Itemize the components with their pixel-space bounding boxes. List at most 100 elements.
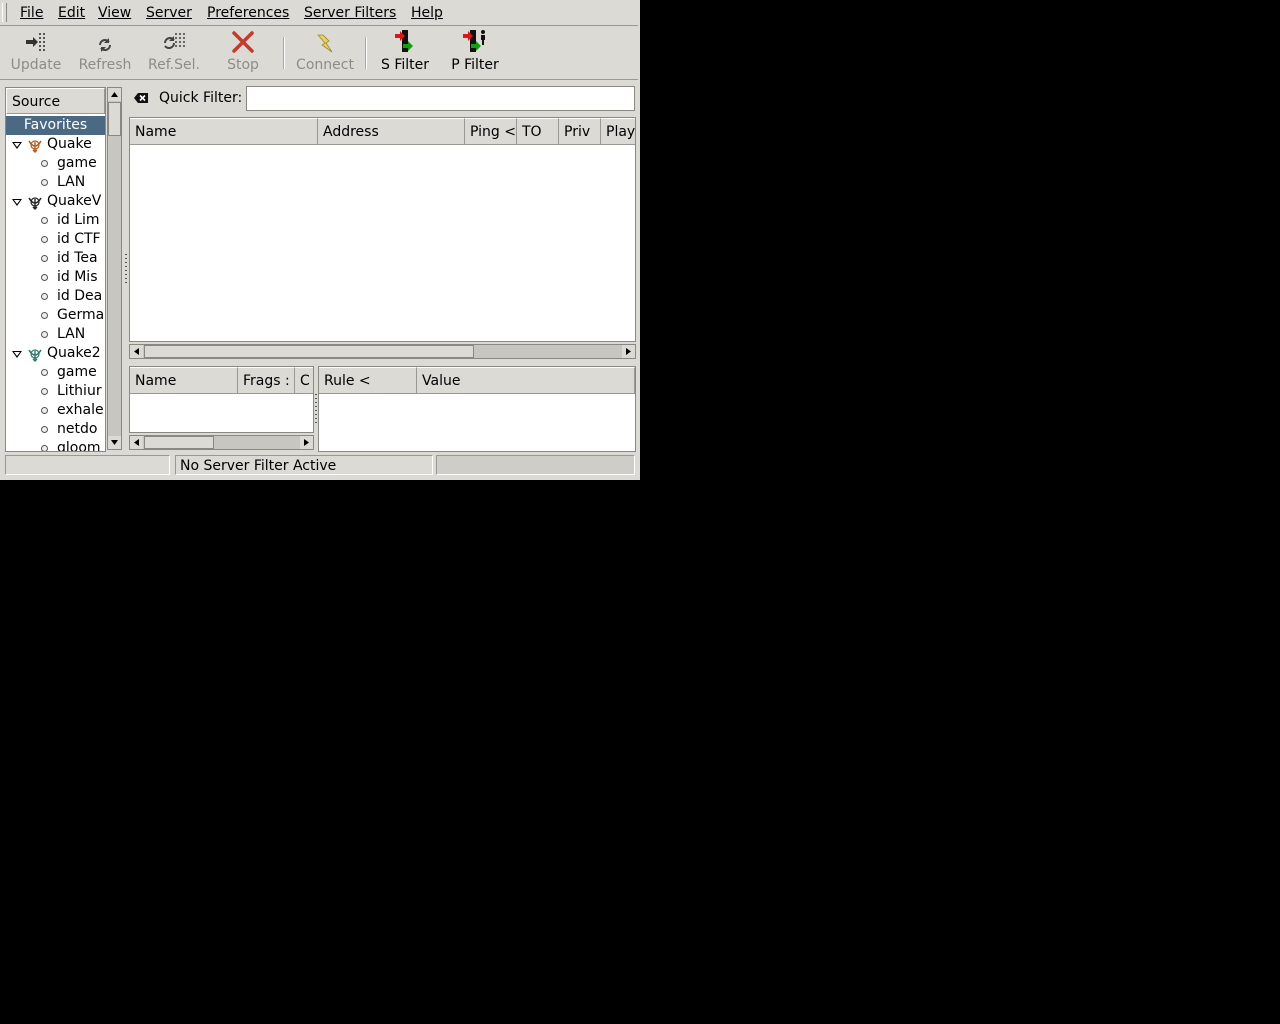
- column-header-to[interactable]: TO: [517, 118, 559, 145]
- status-filter-message: No Server Filter Active: [175, 455, 433, 475]
- source-item[interactable]: Germa: [6, 306, 105, 325]
- menubar-grip: [2, 3, 7, 22]
- source-group[interactable]: QuakeV: [6, 192, 105, 211]
- source-item[interactable]: LAN: [6, 325, 105, 344]
- source-leaf-icon: [41, 426, 48, 433]
- player-column-header-c[interactable]: C: [295, 367, 313, 394]
- menu-file[interactable]: File: [20, 4, 43, 22]
- source-item-label: QuakeV: [47, 193, 102, 209]
- source-column-header[interactable]: Source: [6, 88, 105, 114]
- source-leaf-icon: [41, 217, 48, 224]
- stop-icon: [213, 27, 273, 53]
- source-item-label: id Tea: [57, 250, 98, 266]
- update-icon: [6, 27, 66, 53]
- source-leaf-icon: [41, 160, 48, 167]
- scroll-up-arrow-icon[interactable]: [108, 88, 121, 101]
- column-header-name[interactable]: Name: [130, 118, 318, 145]
- player-list-hscroll-thumb[interactable]: [144, 436, 214, 449]
- source-leaf-icon: [41, 369, 48, 376]
- source-item-label: game: [57, 364, 97, 380]
- source-pane-splitter[interactable]: [124, 252, 128, 288]
- expander-arrow-icon[interactable]: [12, 142, 22, 149]
- connect-button[interactable]: Connect: [292, 27, 358, 79]
- player-column-header-frags[interactable]: Frags :: [238, 367, 295, 394]
- menu-server[interactable]: Server: [146, 4, 192, 22]
- connect-icon: [292, 27, 358, 53]
- source-scrollbar-thumb[interactable]: [108, 102, 121, 136]
- scroll-down-arrow-icon[interactable]: [108, 436, 121, 449]
- source-group[interactable]: Quake2: [6, 344, 105, 363]
- column-header-players[interactable]: Play: [601, 118, 635, 145]
- source-item-label: exhale: [57, 402, 104, 418]
- refresh-icon: [75, 27, 135, 53]
- source-item[interactable]: id Lim: [6, 211, 105, 230]
- menu-server-filters-label: Server Filters: [304, 5, 397, 21]
- menu-help[interactable]: Help: [411, 4, 443, 22]
- source-item-favorites[interactable]: Favorites: [6, 116, 105, 135]
- menu-view[interactable]: View: [98, 4, 131, 22]
- source-item[interactable]: game: [6, 154, 105, 173]
- expander-arrow-icon[interactable]: [12, 199, 22, 206]
- quick-filter-label: Quick Filter:: [159, 90, 243, 106]
- source-item[interactable]: LAN: [6, 173, 105, 192]
- stop-button[interactable]: Stop: [213, 27, 273, 79]
- menu-server-filters[interactable]: Server Filters: [304, 4, 396, 22]
- source-item[interactable]: id Tea: [6, 249, 105, 268]
- clear-filter-icon[interactable]: [133, 90, 149, 106]
- rule-column-header-value[interactable]: Value: [417, 367, 635, 394]
- menu-server-label: Server: [146, 5, 192, 21]
- source-item-label: id CTF: [57, 231, 101, 247]
- source-item[interactable]: game: [6, 363, 105, 382]
- source-item-label: netdo: [57, 421, 98, 437]
- server-list[interactable]: Name Address Ping < TO Priv Play: [129, 117, 636, 342]
- source-leaf-icon: [41, 236, 48, 243]
- source-item[interactable]: gloom: [6, 439, 105, 451]
- column-header-ping[interactable]: Ping <: [465, 118, 517, 145]
- player-list-hscrollbar[interactable]: [129, 435, 314, 450]
- column-header-address[interactable]: Address: [318, 118, 465, 145]
- source-item[interactable]: id CTF: [6, 230, 105, 249]
- player-column-header-name[interactable]: Name: [130, 367, 238, 394]
- source-item-label: Quake2: [47, 345, 101, 361]
- source-item[interactable]: id Dea: [6, 287, 105, 306]
- scroll-right-arrow-icon[interactable]: [300, 436, 313, 449]
- source-leaf-icon: [41, 445, 48, 451]
- menu-edit[interactable]: Edit: [58, 4, 85, 22]
- column-header-priv[interactable]: Priv: [559, 118, 601, 145]
- refresh-selected-button[interactable]: Ref.Sel.: [144, 27, 204, 79]
- refresh-button[interactable]: Refresh: [75, 27, 135, 79]
- scroll-left-arrow-icon[interactable]: [130, 436, 143, 449]
- refresh-selected-label: Ref.Sel.: [148, 57, 200, 73]
- source-leaf-icon: [41, 407, 48, 414]
- source-tree: Source Favorites Quake game LAN QuakeV id Lim…: [5, 87, 106, 452]
- menu-preferences[interactable]: Preferences: [207, 4, 289, 22]
- source-item[interactable]: id Mis: [6, 268, 105, 287]
- source-item[interactable]: netdo: [6, 420, 105, 439]
- rule-list[interactable]: Rule < Value: [318, 366, 636, 452]
- update-button[interactable]: Update: [6, 27, 66, 79]
- player-list[interactable]: Name Frags : C: [129, 366, 314, 433]
- server-list-splitter[interactable]: [366, 360, 402, 371]
- menu-preferences-label: Preferences: [207, 5, 290, 21]
- quick-filter-input[interactable]: [246, 86, 635, 111]
- source-item[interactable]: exhale: [6, 401, 105, 420]
- menu-view-label: View: [98, 5, 132, 21]
- server-filter-button[interactable]: S Filter: [374, 27, 436, 79]
- xqf-main-window: File Edit View Server Preferences Server…: [0, 0, 640, 480]
- source-item-label: id Mis: [57, 269, 98, 285]
- source-leaf-icon: [41, 274, 48, 281]
- rule-column-header-rule[interactable]: Rule <: [319, 367, 417, 394]
- scroll-right-arrow-icon[interactable]: [622, 345, 635, 358]
- expander-arrow-icon[interactable]: [12, 351, 22, 358]
- server-list-hscrollbar[interactable]: [129, 344, 636, 359]
- stop-label: Stop: [227, 57, 259, 73]
- server-list-hscroll-thumb[interactable]: [144, 345, 474, 358]
- source-group[interactable]: Quake: [6, 135, 105, 154]
- player-filter-icon: [444, 27, 506, 53]
- source-item-label: LAN: [57, 174, 86, 190]
- menubar: File Edit View Server Preferences Server…: [0, 0, 638, 26]
- source-item[interactable]: Lithiur: [6, 382, 105, 401]
- scroll-left-arrow-icon[interactable]: [130, 345, 143, 358]
- player-filter-button[interactable]: P Filter: [444, 27, 506, 79]
- source-scrollbar[interactable]: [107, 87, 122, 450]
